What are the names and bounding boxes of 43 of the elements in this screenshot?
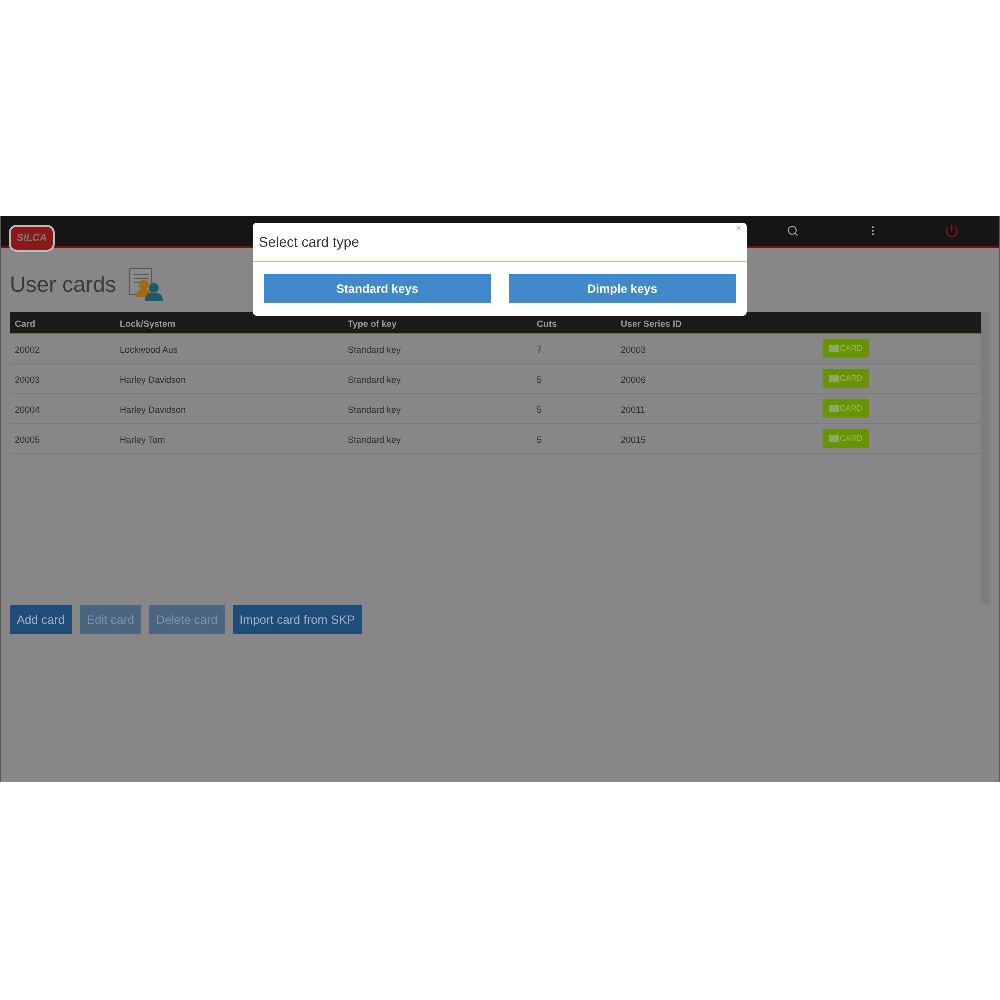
page-title: User cards: [10, 270, 116, 298]
search-icon[interactable]: [787, 225, 799, 237]
card-button[interactable]: CARD: [823, 429, 869, 448]
action-button[interactable]: Add card: [10, 605, 72, 634]
table-cell: 20015: [621, 434, 646, 444]
card-icon: [829, 405, 839, 412]
table-cell: 20006: [621, 374, 646, 384]
column-header: Lock/System: [120, 318, 176, 328]
column-header: Cuts: [537, 318, 557, 328]
card-type-button[interactable]: Standard keys: [264, 274, 491, 303]
dialog-title: Select card type: [259, 232, 360, 252]
table-cell: Harley Davidson: [120, 404, 186, 414]
close-button[interactable]: ×: [736, 224, 742, 235]
logo: SILCA: [9, 224, 55, 252]
column-header: Type of key: [348, 318, 397, 328]
table-cell: 20005: [15, 434, 40, 444]
table-cell: 20002: [15, 344, 40, 354]
card-icon: [829, 375, 839, 382]
table-cell: 20003: [621, 344, 646, 354]
table-cell: Harley Davidson: [120, 374, 186, 384]
table-cell: Standard key: [348, 374, 402, 384]
table-cell: 5: [537, 404, 542, 414]
table-cell: 7: [537, 344, 542, 354]
table-cell: 20004: [15, 404, 40, 414]
card-button[interactable]: CARD: [823, 369, 869, 388]
table-cell: Lockwood Aus: [120, 344, 178, 354]
card-icon: [829, 345, 839, 352]
action-button[interactable]: Import card from SKP: [232, 605, 362, 634]
table-cell: Standard key: [348, 344, 402, 354]
table-cell: 5: [537, 434, 542, 444]
user-card-icon: [128, 267, 164, 301]
card-icon: [829, 435, 839, 442]
table-cell: 20003: [15, 374, 40, 384]
card-type-button[interactable]: Dimple keys: [509, 274, 736, 303]
card-button[interactable]: CARD: [823, 399, 869, 418]
table-cell: Harley Tom: [120, 434, 166, 444]
table-cell: 5: [537, 374, 542, 384]
column-header: User Series ID: [621, 318, 682, 328]
column-header: Card: [15, 318, 36, 328]
table-cell: Standard key: [348, 434, 402, 444]
table-cell: Standard key: [348, 404, 402, 414]
table-cell: 20011: [621, 404, 646, 414]
card-button[interactable]: CARD: [823, 339, 869, 358]
